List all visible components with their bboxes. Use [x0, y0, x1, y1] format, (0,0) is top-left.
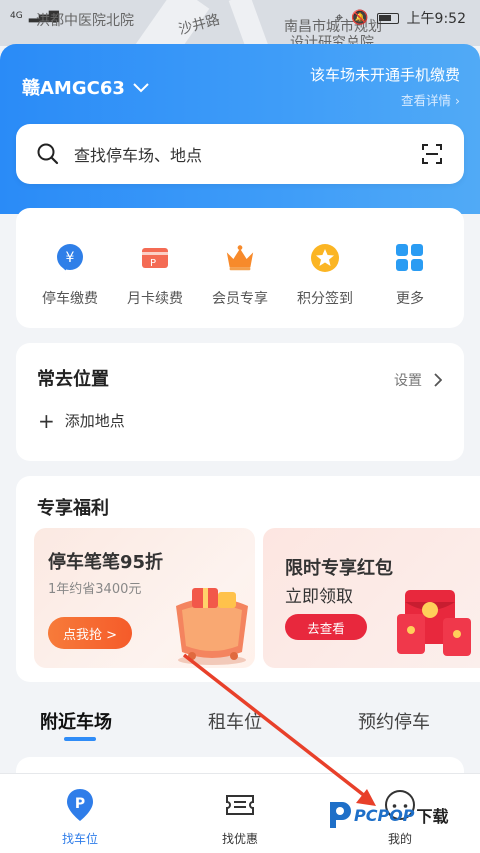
- card-icon: P: [139, 242, 171, 274]
- status-bar: 4G ▂▄▆ 洪都中医院北院 沙井路 南昌市城市规划 设计研究总院 ⌖ 🔕 上午…: [0, 0, 480, 46]
- plate-number: 赣AMGC63: [22, 78, 125, 99]
- view-button[interactable]: 去查看: [285, 614, 367, 640]
- red-envelope-icon: [397, 590, 471, 656]
- location-icon: ⌖: [335, 10, 344, 26]
- crown-icon: [224, 242, 256, 274]
- benefits-card: 专享福利 停车笔笔95折 1年约省3400元 点我抢 > 限时专享红包 立即领取…: [16, 476, 480, 682]
- active-tab-indicator: [64, 737, 96, 741]
- services-card: ¥ 停车缴费 P 月卡续费 会员专享 积分签到 更多: [16, 208, 464, 328]
- discount-promo-card[interactable]: 停车笔笔95折 1年约省3400元 点我抢 >: [34, 528, 255, 668]
- gift-box-icon: [176, 588, 248, 665]
- svg-text:P: P: [150, 258, 156, 269]
- parking-pin-icon: P: [67, 789, 93, 821]
- watermark: PCPOP 下载: [326, 800, 449, 830]
- section-title: 常去位置: [37, 369, 109, 390]
- search-icon: [37, 143, 59, 165]
- search-bar[interactable]: 查找停车场、地点: [16, 124, 464, 184]
- plate-selector[interactable]: 赣AMGC63: [22, 74, 149, 100]
- section-title: 专享福利: [37, 498, 109, 519]
- service-monthly-card[interactable]: P 月卡续费: [115, 242, 195, 328]
- service-more[interactable]: 更多: [370, 242, 450, 328]
- view-details-link[interactable]: 查看详情 ›: [401, 90, 460, 109]
- grab-button[interactable]: 点我抢 >: [48, 617, 132, 649]
- clock: 上午9:52: [406, 11, 466, 27]
- svg-text:P: P: [75, 796, 85, 812]
- map-label: 洪都中医院北院: [36, 13, 134, 29]
- map-road: [228, 0, 274, 46]
- service-points-checkin[interactable]: 积分签到: [285, 242, 365, 328]
- service-member[interactable]: 会员专享: [200, 242, 280, 328]
- red-packet-promo-card[interactable]: 限时专享红包 立即领取 去查看: [263, 528, 480, 668]
- frequent-locations-card: 常去位置 设置 + 添加地点: [16, 343, 464, 461]
- payment-notice: 该车场未开通手机缴费: [309, 66, 460, 84]
- tab-rent-spot[interactable]: 租车位: [208, 708, 262, 734]
- battery-icon: [376, 12, 399, 24]
- yuan-bubble-icon: ¥: [54, 242, 86, 274]
- search-input[interactable]: 查找停车场、地点: [74, 142, 420, 166]
- star-badge-icon: [309, 242, 341, 274]
- add-location-button[interactable]: + 添加地点: [38, 410, 125, 431]
- pcpop-logo-icon: [330, 802, 351, 828]
- grid-icon: [394, 242, 426, 274]
- nav-find-deals[interactable]: 找优惠: [200, 788, 280, 847]
- mute-icon: 🔕: [351, 10, 369, 26]
- chevron-right-icon: [434, 373, 442, 387]
- tab-nearby-lots[interactable]: 附近车场: [40, 708, 112, 734]
- coupon-icon: [226, 795, 254, 815]
- nav-find-parking[interactable]: P 找车位: [40, 788, 120, 847]
- svg-text:¥: ¥: [66, 250, 75, 266]
- scan-icon[interactable]: [420, 142, 444, 166]
- tab-reserve-parking[interactable]: 预约停车: [358, 708, 430, 734]
- settings-link[interactable]: 设置: [394, 370, 442, 390]
- status-right: ⌖ 🔕 上午9:52: [335, 8, 466, 28]
- service-parking-payment[interactable]: ¥ 停车缴费: [30, 242, 110, 328]
- chevron-down-icon: [133, 83, 149, 93]
- plus-icon: +: [38, 408, 55, 433]
